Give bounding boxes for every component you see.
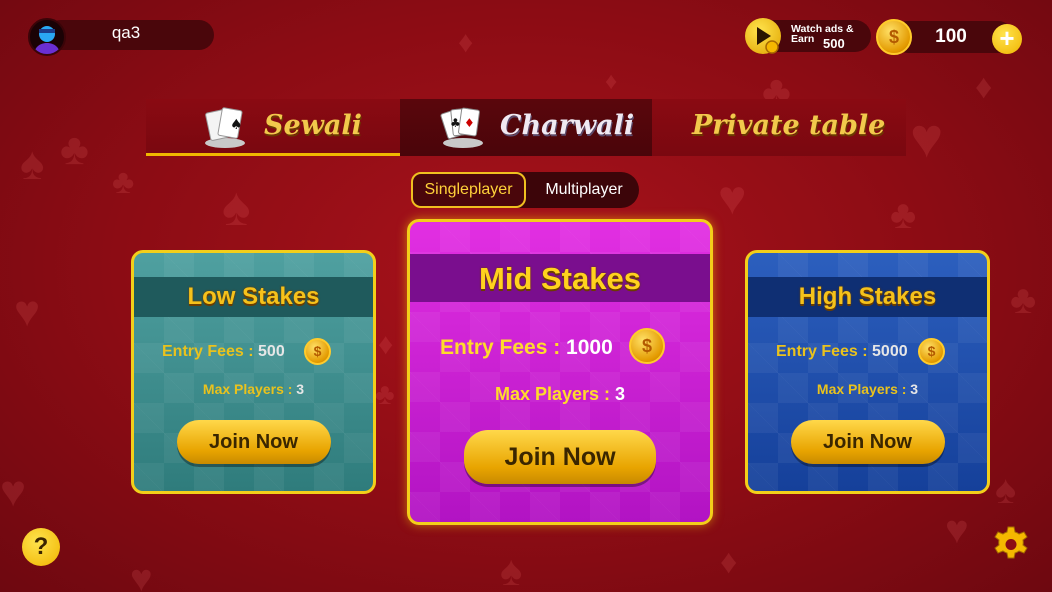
- game-type-tabs: ♠ Sewali ♦ ♣ Charwali Private table: [146, 99, 906, 156]
- tab-sewali[interactable]: ♠ Sewali: [146, 99, 400, 156]
- singleplayer-button[interactable]: Singleplayer: [411, 172, 526, 208]
- coin-balance: $ 100 +: [876, 18, 1024, 56]
- coin-icon: $: [304, 338, 331, 365]
- tab-private-table[interactable]: Private table: [652, 99, 906, 156]
- add-coins-button[interactable]: +: [992, 24, 1022, 54]
- high-stakes-title: High Stakes: [798, 283, 937, 310]
- tab-charwali[interactable]: ♦ ♣ Charwali: [400, 99, 652, 156]
- mid-join-button[interactable]: Join Now: [464, 430, 656, 484]
- entry-fee: Entry Fees : 1000: [440, 336, 613, 359]
- coin-icon: $: [629, 328, 665, 364]
- max-players: Max Players : 3: [494, 384, 626, 404]
- svg-text:♣: ♣: [450, 116, 461, 130]
- max-players-value: 3: [296, 381, 305, 397]
- tab-charwali-label: Charwali: [500, 110, 635, 141]
- low-stakes-card: Low Stakes Entry Fees : 500 $ Max Player…: [131, 250, 376, 494]
- svg-text:♠: ♠: [230, 117, 243, 133]
- tab-private-label: Private table: [692, 110, 886, 141]
- entry-fee: Entry Fees : 500: [162, 343, 285, 360]
- username: qa3: [111, 23, 141, 42]
- low-stakes-title: Low Stakes: [187, 283, 320, 310]
- max-players: Max Players : 3: [202, 381, 305, 397]
- entry-fee: Entry Fees : 5000: [776, 343, 908, 360]
- max-players-value: 3: [910, 381, 919, 397]
- high-join-button[interactable]: Join Now: [790, 420, 945, 464]
- entry-fee-value: 1000: [566, 336, 613, 359]
- mode-toggle: Singleplayer Multiplayer: [411, 172, 639, 208]
- mid-stakes-card: Mid Stakes Entry Fees : 1000 $ Max Playe…: [407, 219, 713, 525]
- cards-icon: ♠: [205, 107, 245, 148]
- cards-fan-icon: ♦ ♣: [440, 107, 483, 148]
- coin-icon: $: [876, 19, 912, 55]
- help-button[interactable]: ?: [22, 528, 60, 566]
- coin-icon: $: [918, 338, 945, 365]
- low-join-button[interactable]: Join Now: [176, 420, 331, 464]
- entry-fee-value: 5000: [872, 343, 908, 360]
- max-players-value: 3: [615, 384, 626, 404]
- entry-fee-value: 500: [258, 343, 285, 360]
- gear-icon[interactable]: [991, 525, 1031, 565]
- high-stakes-card: High Stakes Entry Fees : 5000 $ Max Play…: [745, 250, 990, 494]
- tab-sewali-label: Sewali: [264, 110, 362, 141]
- ads-reward: 500: [823, 36, 845, 51]
- mid-stakes-title: Mid Stakes: [479, 261, 641, 296]
- multiplayer-button[interactable]: Multiplayer: [529, 172, 639, 208]
- watch-ads-button[interactable]: Watch ads & Earn 500: [745, 18, 871, 54]
- balance-amount: 100: [935, 26, 967, 47]
- svg-text:♦: ♦: [464, 116, 475, 130]
- max-players: Max Players : 3: [816, 381, 919, 397]
- play-video-icon: [745, 18, 781, 54]
- profile-bar[interactable]: qa3: [28, 18, 214, 56]
